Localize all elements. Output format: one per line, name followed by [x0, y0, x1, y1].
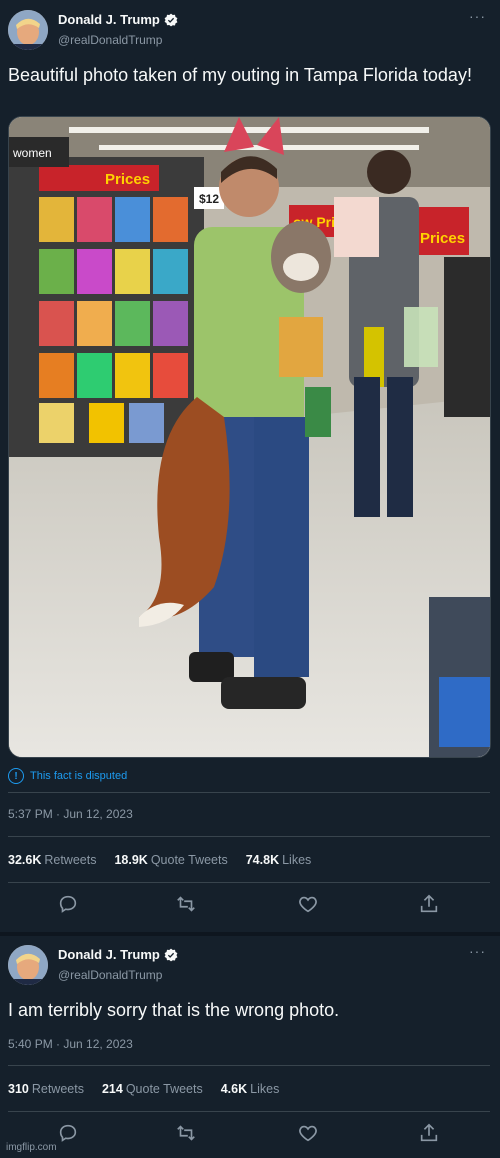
divider — [8, 882, 490, 883]
more-icon[interactable]: ··· — [469, 943, 486, 959]
divider — [8, 1111, 490, 1112]
more-icon[interactable]: ··· — [469, 8, 486, 24]
exclamation-icon: ! — [8, 768, 24, 784]
disputed-notice[interactable]: ! This fact is disputed — [8, 768, 127, 784]
sign-price-tag: $12 — [199, 192, 219, 206]
author-name[interactable]: Donald J. Trump — [58, 12, 160, 27]
verified-icon — [164, 948, 178, 961]
likes-stat[interactable]: 74.8K Likes — [246, 853, 312, 867]
author-row: Donald J. Trump — [58, 12, 178, 27]
action-bar — [0, 893, 500, 917]
watermark: imgflip.com — [6, 1142, 57, 1153]
like-icon[interactable] — [297, 893, 321, 917]
likes-stat[interactable]: 4.6K Likes — [221, 1082, 280, 1096]
retweet-icon[interactable] — [175, 893, 199, 917]
divider — [8, 836, 490, 837]
divider — [8, 1065, 490, 1066]
author-handle[interactable]: @realDonaldTrump — [58, 968, 162, 982]
avatar[interactable] — [8, 10, 48, 50]
quotes-stat[interactable]: 214 Quote Tweets — [102, 1082, 203, 1096]
tweet-text: I am terribly sorry that is the wrong ph… — [8, 1000, 340, 1020]
share-icon[interactable] — [418, 1122, 442, 1146]
reply-icon[interactable] — [57, 893, 81, 917]
timestamp[interactable]: 5:40 PM · Jun 12, 2023 — [8, 1037, 133, 1051]
author-name[interactable]: Donald J. Trump — [58, 947, 160, 962]
verified-icon — [164, 13, 178, 26]
tweet-1: Donald J. Trump @realDonaldTrump ··· Bea… — [0, 0, 500, 935]
tweet-photo[interactable]: Prices women $12 ow Pric ow Prices — [8, 116, 491, 758]
share-icon[interactable] — [418, 893, 442, 917]
tweet-2: Donald J. Trump @realDonaldTrump ··· I a… — [0, 936, 500, 1158]
divider — [8, 792, 490, 793]
store-photo: Prices women $12 ow Pric ow Prices — [9, 117, 490, 757]
tweet-text: Beautiful photo taken of my outing in Ta… — [8, 65, 472, 85]
sign-prices: Prices — [105, 171, 150, 188]
retweet-icon[interactable] — [175, 1122, 199, 1146]
sign-women: women — [12, 146, 52, 160]
like-icon[interactable] — [297, 1122, 321, 1146]
author-handle[interactable]: @realDonaldTrump — [58, 33, 162, 47]
stats-row: 32.6K Retweets 18.9K Quote Tweets 74.8K Lik… — [8, 853, 311, 867]
stats-row: 310 Retweets 214 Quote Tweets 4.6K Likes — [8, 1082, 279, 1096]
timestamp[interactable]: 5:37 PM · Jun 12, 2023 — [8, 807, 133, 821]
avatar[interactable] — [8, 945, 48, 985]
quotes-stat[interactable]: 18.9K Quote Tweets — [114, 853, 227, 867]
retweets-stat[interactable]: 32.6K Retweets — [8, 853, 96, 867]
author-row: Donald J. Trump — [58, 947, 178, 962]
retweets-stat[interactable]: 310 Retweets — [8, 1082, 84, 1096]
action-bar — [0, 1122, 500, 1146]
disputed-label[interactable]: This fact is disputed — [30, 770, 127, 782]
reply-icon[interactable] — [57, 1122, 81, 1146]
